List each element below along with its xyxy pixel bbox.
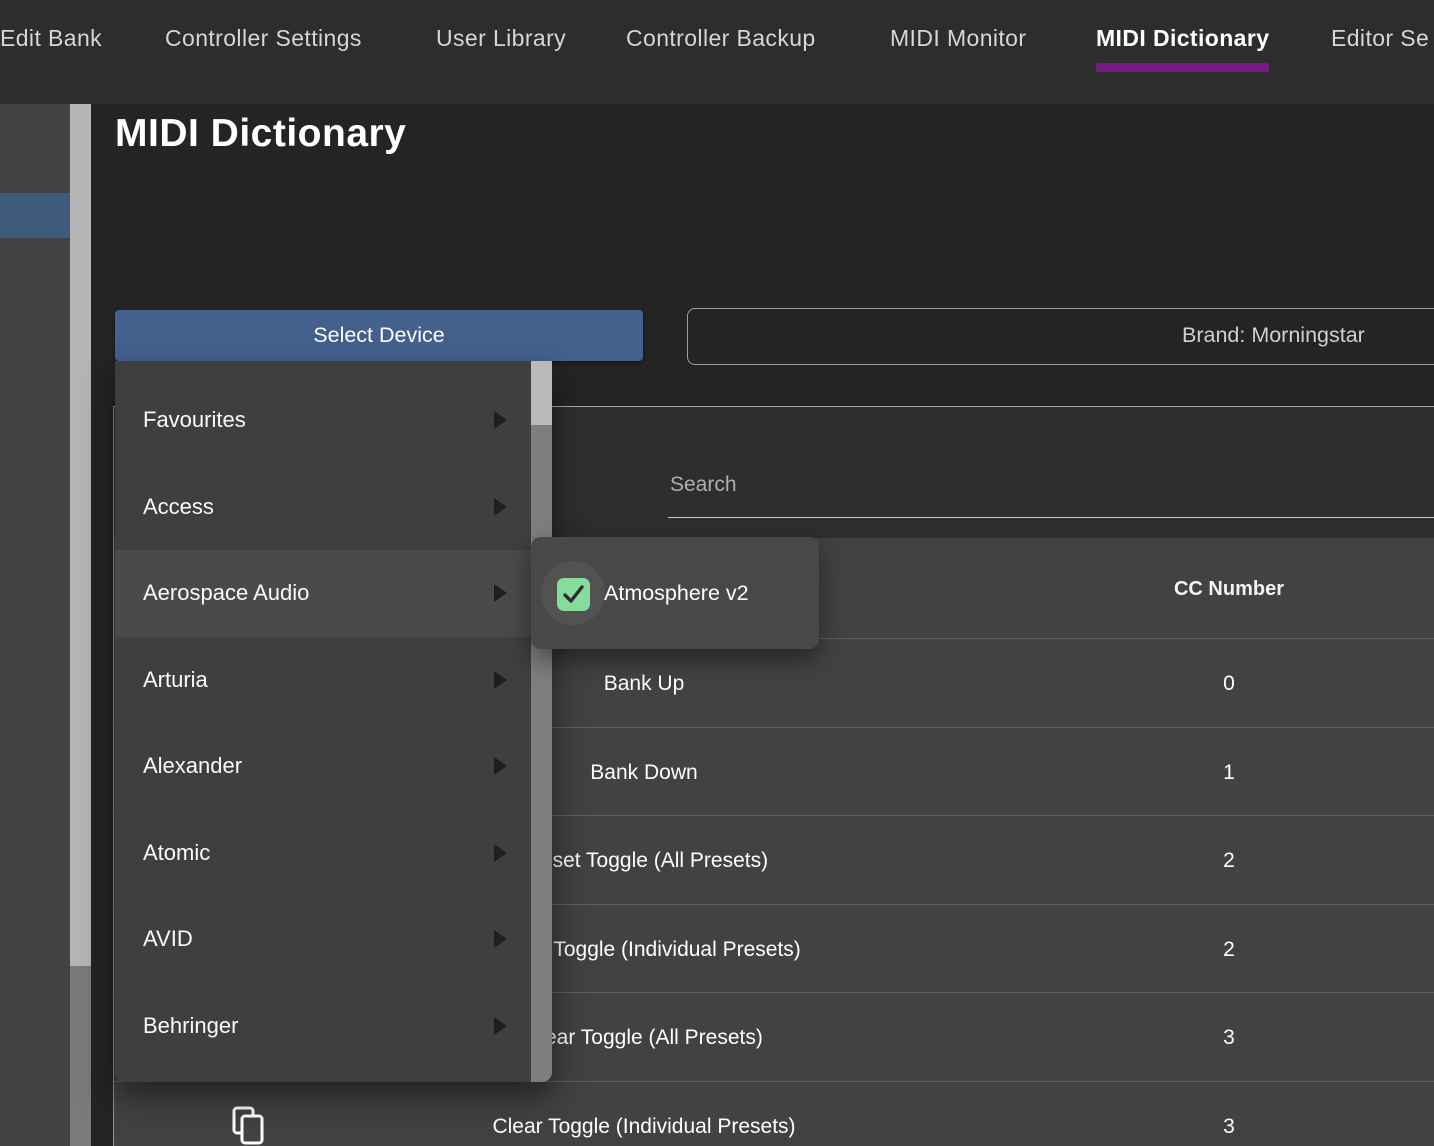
tab-midi-dictionary-label: MIDI Dictionary: [1096, 25, 1269, 51]
device-submenu: Atmosphere v2: [531, 537, 819, 649]
chevron-right-icon: [494, 584, 507, 602]
tab-edit-bank[interactable]: Edit Bank: [0, 24, 102, 52]
menu-item-label: Behringer: [143, 1013, 238, 1039]
tab-controller-settings[interactable]: Controller Settings: [165, 24, 362, 52]
cc-cell: 2: [1029, 938, 1429, 962]
menu-item-label: Access: [143, 494, 214, 520]
tab-midi-monitor[interactable]: MIDI Monitor: [890, 24, 1026, 52]
cc-cell: 1: [1029, 761, 1429, 785]
sidebar-active-item[interactable]: [0, 193, 70, 238]
device-dropdown-menu: Favourites Access Aerospace Audio Arturi…: [115, 361, 552, 1082]
menu-item-label: AVID: [143, 926, 193, 952]
left-sidebar: [0, 104, 70, 1146]
window-scrollbar-thumb[interactable]: [70, 104, 91, 966]
tab-editor-settings[interactable]: Editor Se: [1331, 24, 1429, 52]
menu-item-behringer[interactable]: Behringer: [115, 983, 531, 1070]
cc-cell: 0: [1029, 672, 1429, 696]
active-tab-underline: [1096, 63, 1269, 72]
action-cell: Clear Toggle (Individual Presets): [244, 1115, 1044, 1139]
atmosphere-checkbox[interactable]: [557, 578, 590, 611]
cc-number-header: CC Number: [1029, 578, 1429, 601]
menu-item-favourites[interactable]: Favourites: [115, 377, 531, 464]
search-input[interactable]: [668, 459, 1434, 518]
window-scrollbar[interactable]: [70, 104, 91, 1146]
cc-cell: 2: [1029, 849, 1429, 873]
brand-selector[interactable]: Brand: Morningstar: [687, 308, 1434, 365]
menu-scrollbar-thumb[interactable]: [531, 361, 552, 425]
cc-cell: 3: [1029, 1026, 1429, 1050]
midi-editor-app: Edit Bank Controller Settings User Libra…: [0, 0, 1434, 1146]
menu-item-access[interactable]: Access: [115, 464, 531, 551]
chevron-right-icon: [494, 844, 507, 862]
chevron-right-icon: [494, 671, 507, 689]
table-row: Clear Toggle (Individual Presets) 3: [114, 1081, 1434, 1146]
menu-item-label: Alexander: [143, 753, 242, 779]
menu-item-atomic[interactable]: Atomic: [115, 810, 531, 897]
page-title: MIDI Dictionary: [115, 112, 406, 156]
chevron-right-icon: [494, 1017, 507, 1035]
menu-item-label: Favourites: [143, 407, 246, 433]
menu-scrollbar[interactable]: [531, 361, 552, 1082]
tab-midi-dictionary[interactable]: MIDI Dictionary: [1096, 24, 1269, 52]
submenu-item-atmosphere-v2[interactable]: Atmosphere v2: [604, 581, 749, 606]
menu-item-arturia[interactable]: Arturia: [115, 637, 531, 724]
menu-item-label: Arturia: [143, 667, 208, 693]
tab-controller-backup[interactable]: Controller Backup: [626, 24, 816, 52]
chevron-right-icon: [494, 757, 507, 775]
chevron-right-icon: [494, 411, 507, 429]
top-nav: Edit Bank Controller Settings User Libra…: [0, 0, 1434, 104]
tab-user-library[interactable]: User Library: [436, 24, 566, 52]
menu-item-label: Aerospace Audio: [143, 580, 309, 606]
cc-cell: 3: [1029, 1115, 1429, 1139]
menu-item-aerospace-audio[interactable]: Aerospace Audio: [115, 550, 531, 637]
select-device-button[interactable]: Select Device: [115, 310, 643, 361]
menu-item-avid[interactable]: AVID: [115, 896, 531, 983]
brand-label: Brand: Morningstar: [1182, 323, 1365, 348]
check-icon: [557, 578, 590, 611]
menu-item-label: Atomic: [143, 840, 210, 866]
chevron-right-icon: [494, 930, 507, 948]
menu-item-alexander[interactable]: Alexander: [115, 723, 531, 810]
chevron-right-icon: [494, 498, 507, 516]
